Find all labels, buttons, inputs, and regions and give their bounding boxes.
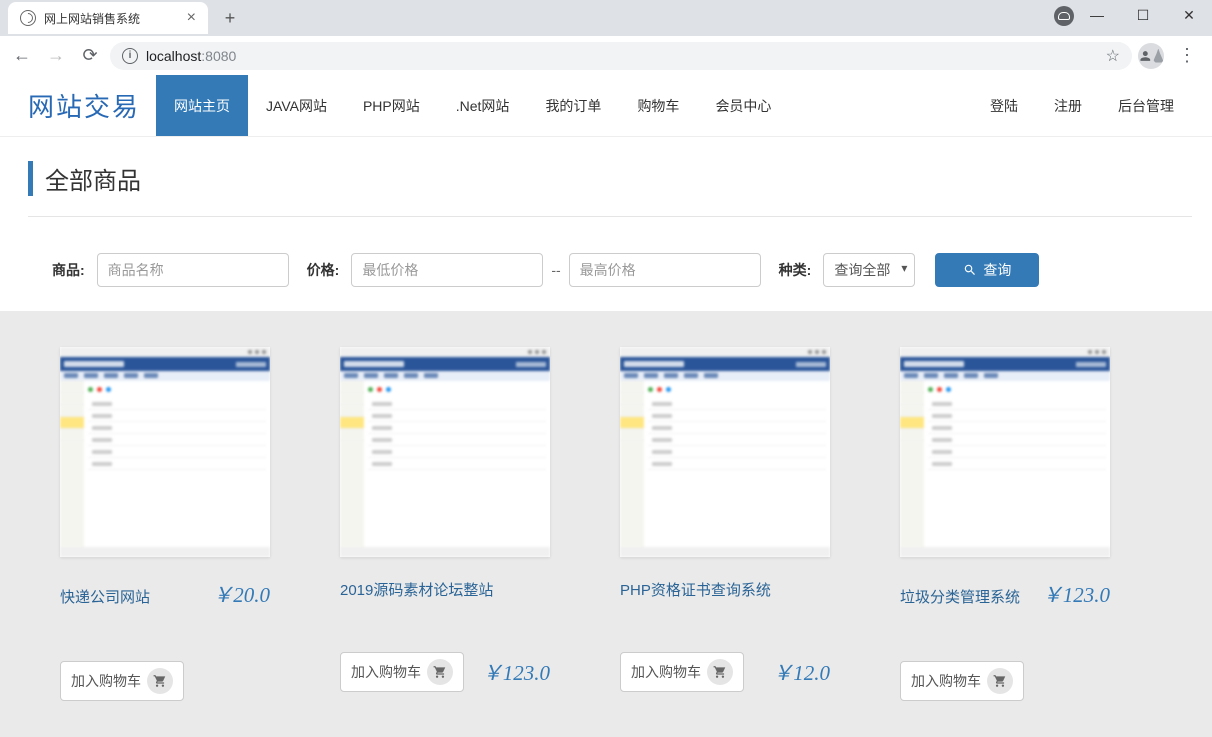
address-bar: ← → ⟳ i localhost:8080 ☆ ⋮ xyxy=(0,36,1212,75)
nav-admin[interactable]: 后台管理 xyxy=(1100,75,1192,136)
search-icon xyxy=(963,263,977,277)
maximize-button[interactable]: ☐ xyxy=(1120,0,1166,30)
product-name[interactable]: 快递公司网站 xyxy=(60,586,150,607)
window-controls: — ☐ ✕ xyxy=(1074,0,1212,30)
product-card: 2019源码素材论坛整站 加入购物车 ￥123.0 xyxy=(340,347,550,701)
add-to-cart-button[interactable]: 加入购物车 xyxy=(900,661,1024,701)
cart-icon xyxy=(987,668,1013,694)
product-thumbnail[interactable] xyxy=(340,347,550,557)
filter-label-price: 价格: xyxy=(307,260,340,280)
product-name-input[interactable] xyxy=(97,253,289,287)
url-host: localhost xyxy=(146,48,201,64)
product-price: ￥123.0 xyxy=(482,657,550,687)
product-thumbnail[interactable] xyxy=(60,347,270,557)
tab-title: 网上网站销售系统 xyxy=(44,10,179,27)
filter-bar: 商品: 价格: -- 种类: 查询全部 查询 xyxy=(0,225,1212,311)
nav-member[interactable]: 会员中心 xyxy=(697,75,789,136)
product-name[interactable]: 2019源码素材论坛整站 xyxy=(340,579,493,600)
add-to-cart-button[interactable]: 加入购物车 xyxy=(60,661,184,701)
add-to-cart-button[interactable]: 加入购物车 xyxy=(340,652,464,692)
product-name[interactable]: PHP资格证书查询系统 xyxy=(620,579,771,600)
reload-button[interactable]: ⟳ xyxy=(76,42,104,70)
nav-register[interactable]: 注册 xyxy=(1036,75,1100,136)
product-card: PHP资格证书查询系统 加入购物车 ￥12.0 xyxy=(620,347,830,701)
nav-orders[interactable]: 我的订单 xyxy=(527,75,619,136)
forward-button[interactable]: → xyxy=(42,42,70,70)
product-price: ￥123.0 xyxy=(1042,579,1110,609)
product-card: 垃圾分类管理系统 ￥123.0 加入购物车 xyxy=(900,347,1110,701)
close-icon[interactable]: × xyxy=(187,9,196,27)
nav-home[interactable]: 网站主页 xyxy=(156,75,248,136)
nav-java[interactable]: JAVA网站 xyxy=(248,75,345,136)
new-tab-button[interactable]: + xyxy=(216,4,244,32)
min-price-input[interactable] xyxy=(351,253,543,287)
product-thumbnail[interactable] xyxy=(620,347,830,557)
info-icon[interactable]: i xyxy=(122,48,138,64)
filter-label-product: 商品: xyxy=(52,260,85,280)
browser-chrome: 网上网站销售系统 × + — ☐ ✕ ← → ⟳ i localhost:808… xyxy=(0,0,1212,75)
add-to-cart-button[interactable]: 加入购物车 xyxy=(620,652,744,692)
product-name[interactable]: 垃圾分类管理系统 xyxy=(900,586,1020,607)
page-content: 网站交易 网站主页 JAVA网站 PHP网站 .Net网站 我的订单 购物车 会… xyxy=(0,75,1212,737)
brand-logo[interactable]: 网站交易 xyxy=(28,75,156,136)
product-price: ￥20.0 xyxy=(212,579,270,609)
nav-login[interactable]: 登陆 xyxy=(972,75,1036,136)
cart-button-label: 加入购物车 xyxy=(911,671,981,691)
search-button-label: 查询 xyxy=(983,260,1011,280)
search-button[interactable]: 查询 xyxy=(935,253,1039,287)
cart-icon xyxy=(707,659,733,685)
product-price: ￥12.0 xyxy=(772,657,830,687)
main-nav: 网站交易 网站主页 JAVA网站 PHP网站 .Net网站 我的订单 购物车 会… xyxy=(0,75,1212,137)
tab-bar: 网上网站销售系统 × + — ☐ ✕ xyxy=(0,0,1212,36)
cart-button-label: 加入购物车 xyxy=(71,671,141,691)
minimize-button[interactable]: — xyxy=(1074,0,1120,30)
nav-php[interactable]: PHP网站 xyxy=(345,75,438,136)
globe-icon xyxy=(20,10,36,26)
category-select[interactable]: 查询全部 xyxy=(823,253,915,287)
product-card: 快递公司网站 ￥20.0 加入购物车 xyxy=(60,347,270,701)
nav-cart[interactable]: 购物车 xyxy=(619,75,697,136)
nav-items-right: 登陆 注册 后台管理 xyxy=(972,75,1192,136)
max-price-input[interactable] xyxy=(569,253,761,287)
close-window-button[interactable]: ✕ xyxy=(1166,0,1212,30)
url-port: :8080 xyxy=(201,48,236,64)
cart-icon xyxy=(147,668,173,694)
browser-tab[interactable]: 网上网站销售系统 × xyxy=(8,2,208,34)
back-button[interactable]: ← xyxy=(8,42,36,70)
section-header: 全部商品 xyxy=(0,137,1212,225)
bookmark-star-icon[interactable]: ☆ xyxy=(1106,46,1120,66)
url-field[interactable]: i localhost:8080 ☆ xyxy=(110,42,1132,70)
incognito-icon xyxy=(1054,6,1074,26)
price-separator: -- xyxy=(551,262,560,278)
profile-icon[interactable] xyxy=(1138,43,1164,69)
cart-icon xyxy=(427,659,453,685)
nav-items-left: 网站主页 JAVA网站 PHP网站 .Net网站 我的订单 购物车 会员中心 xyxy=(156,75,789,136)
menu-icon[interactable]: ⋮ xyxy=(1170,45,1204,66)
cart-button-label: 加入购物车 xyxy=(351,662,421,682)
divider xyxy=(28,216,1192,217)
product-grid: 快递公司网站 ￥20.0 加入购物车 2019源码素材论坛整站 加入购物车 xyxy=(0,311,1212,737)
nav-dotnet[interactable]: .Net网站 xyxy=(438,75,528,136)
filter-label-category: 种类: xyxy=(779,260,812,280)
cart-button-label: 加入购物车 xyxy=(631,662,701,682)
product-thumbnail[interactable] xyxy=(900,347,1110,557)
page-title: 全部商品 xyxy=(28,161,1192,196)
